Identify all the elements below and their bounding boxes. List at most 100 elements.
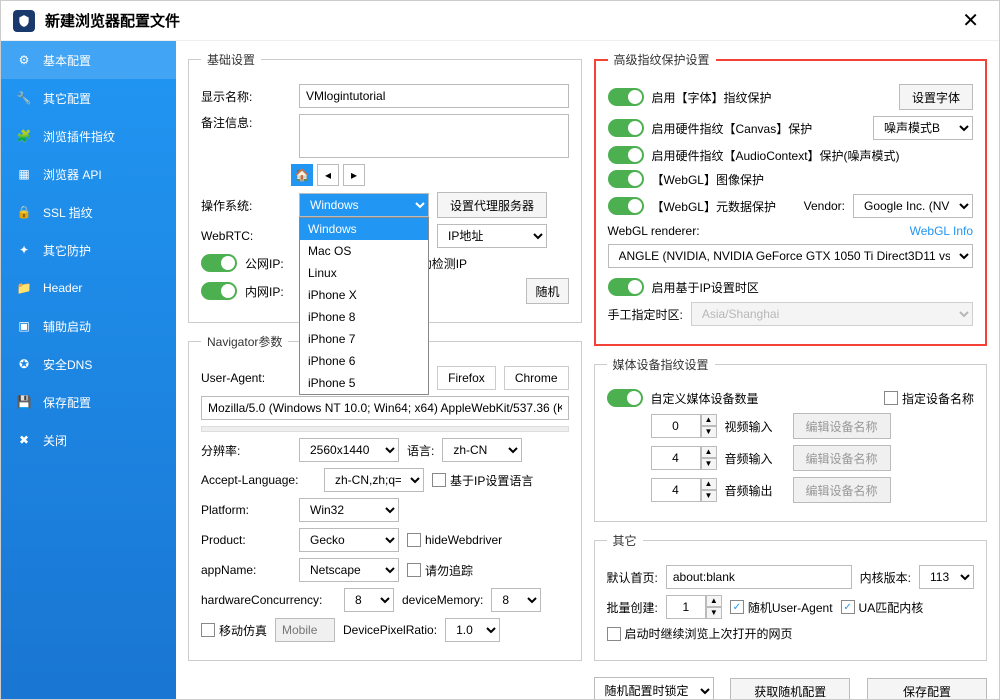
api-icon: ▦ [15,165,33,183]
dnt-checkbox[interactable]: 请勿追踪 [407,562,473,579]
sidebar-item-other-config[interactable]: 🔧其它配置 [1,79,176,117]
window-close-button[interactable]: ✕ [954,4,987,37]
audio-protect-toggle[interactable] [608,146,644,164]
puzzle-icon: 🧩 [15,127,33,145]
dpr-select[interactable]: 1.0 [445,618,500,642]
canvas-protect-label: 启用硬件指纹【Canvas】保护 [652,120,813,137]
accept-lang-label: Accept-Language: [201,473,316,487]
os-option-iphone8[interactable]: iPhone 8 [300,306,428,328]
audio-out-spinner[interactable]: ▲▼ [651,478,717,502]
os-option-iphone6[interactable]: iPhone 6 [300,350,428,372]
batch-spinner[interactable]: ▲▼ [666,595,722,619]
video-in-label: 视频输入 [725,418,785,435]
folder-icon: 📁 [15,279,33,297]
kernel-select[interactable]: 113 [919,565,974,589]
proxy-settings-button[interactable]: 设置代理服务器 [437,192,547,218]
product-select[interactable]: Gecko [299,528,399,552]
os-option-linux[interactable]: Linux [300,262,428,284]
display-name-input[interactable] [299,84,569,108]
appname-select[interactable]: Netscape [299,558,399,582]
firefox-tab[interactable]: Firefox [437,366,496,390]
platform-select[interactable]: Win32 [299,498,399,522]
os-option-iphone7[interactable]: iPhone 7 [300,328,428,350]
resolution-label: 分辨率: [201,442,291,459]
chrome-tab[interactable]: Chrome [504,366,569,390]
webgl-image-toggle[interactable] [608,170,644,188]
random-ip-button[interactable]: 随机 [526,278,568,304]
sidebar-item-header[interactable]: 📁Header [1,269,176,307]
webgl-info-link[interactable]: WebGL Info [910,224,973,238]
gear-icon: ⚙ [15,51,33,69]
shield-icon: ✦ [15,241,33,259]
tz-manual-label: 手工指定时区: [608,306,683,323]
hc-select[interactable]: 8 [344,588,394,612]
app-logo [13,10,35,32]
adv-legend: 高级指纹保护设置 [608,51,716,68]
webgl-meta-toggle[interactable] [608,197,644,215]
renderer-select[interactable]: ANGLE (NVIDIA, NVIDIA GeForce GTX 1050 T… [608,244,974,268]
sidebar-item-close[interactable]: ✖关闭 [1,421,176,459]
ua-input[interactable] [201,396,569,420]
font-settings-button[interactable]: 设置字体 [899,84,973,110]
dm-label: deviceMemory: [402,593,483,607]
vendor-label: Vendor: [804,199,845,213]
next-icon-button[interactable]: ▸ [343,164,365,186]
font-protect-toggle[interactable] [608,88,644,106]
get-random-config-button[interactable]: 获取随机配置 [730,678,850,699]
hide-webdriver-checkbox[interactable]: hideWebdriver [407,533,502,547]
custom-media-label: 自定义媒体设备数量 [651,390,759,407]
webrtc-select[interactable]: IP地址 [437,224,547,248]
os-option-iphone5[interactable]: iPhone 5 [300,372,428,394]
prev-icon-button[interactable]: ◂ [317,164,339,186]
appname-label: appName: [201,563,291,577]
sidebar-item-save[interactable]: 💾保存配置 [1,383,176,421]
sidebar-item-basic[interactable]: ⚙基本配置 [1,41,176,79]
audio-in-spinner[interactable]: ▲▼ [651,446,717,470]
advanced-fingerprint-group: 高级指纹保护设置 启用【字体】指纹保护 设置字体 启用硬件指纹【Canvas】保… [594,51,988,346]
basic-settings-group: 基础设置 显示名称: 备注信息: 🏠 ◂ ▸ 操作系统: Wi [188,51,582,323]
canvas-protect-toggle[interactable] [608,119,644,137]
tz-ip-toggle[interactable] [608,278,644,296]
audio-out-label: 音频输出 [725,482,785,499]
os-label: 操作系统: [201,197,291,214]
sidebar-item-api[interactable]: ▦浏览器 API [1,155,176,193]
vendor-select[interactable]: Google Inc. (NVID [853,194,973,218]
homepage-input[interactable] [666,565,852,589]
spec-name-checkbox[interactable]: 指定设备名称 [884,390,974,407]
os-option-windows[interactable]: Windows [300,218,428,240]
custom-media-toggle[interactable] [607,389,643,407]
font-protect-label: 启用【字体】指纹保护 [652,89,772,106]
mobile-sim-checkbox[interactable]: 移动仿真 [201,622,267,639]
ua-scrollbar[interactable] [201,426,569,432]
nav-legend: Navigator参数 [201,333,288,350]
accept-lang-select[interactable]: zh-CN,zh;q=0.9 [324,468,424,492]
canvas-mode-select[interactable]: 噪声模式B [873,116,973,140]
resume-browse-checkbox[interactable]: 启动时继续浏览上次打开的网页 [607,625,793,642]
sidebar-item-ssl[interactable]: 🔒SSL 指纹 [1,193,176,231]
os-select[interactable]: Windows [299,193,429,217]
other-group: 其它 默认首页: 内核版本: 113 批量创建: ▲▼ ✓随机User-Agen… [594,532,988,661]
lock-config-select[interactable]: 随机配置时锁定 [594,677,714,699]
lan-ip-toggle[interactable] [201,282,237,300]
resolution-select[interactable]: 2560x1440 [299,438,399,462]
sidebar-item-plugin-fp[interactable]: 🧩浏览插件指纹 [1,117,176,155]
notes-textarea[interactable] [299,114,569,158]
ua-kernel-checkbox[interactable]: ✓UA匹配内核 [841,599,924,616]
ip-lang-checkbox[interactable]: 基于IP设置语言 [432,472,533,489]
os-dropdown-list: Windows Mac OS Linux iPhone X iPhone 8 i… [299,217,429,395]
sidebar-item-protection[interactable]: ✦其它防护 [1,231,176,269]
dm-select[interactable]: 8 [491,588,541,612]
display-name-label: 显示名称: [201,88,291,105]
public-ip-toggle[interactable] [201,254,237,272]
sidebar-item-dns[interactable]: ✪安全DNS [1,345,176,383]
os-option-iphonex[interactable]: iPhone X [300,284,428,306]
video-in-spinner[interactable]: ▲▼ [651,414,717,438]
save-config-button[interactable]: 保存配置 [867,678,987,699]
os-option-macos[interactable]: Mac OS [300,240,428,262]
language-select[interactable]: zh-CN [442,438,522,462]
home-icon-button[interactable]: 🏠 [291,164,313,186]
tz-ip-label: 启用基于IP设置时区 [652,279,759,296]
sidebar-item-launch[interactable]: ▣辅助启动 [1,307,176,345]
webgl-meta-label: 【WebGL】元数据保护 [652,198,776,215]
rand-ua-checkbox[interactable]: ✓随机User-Agent [730,599,833,616]
